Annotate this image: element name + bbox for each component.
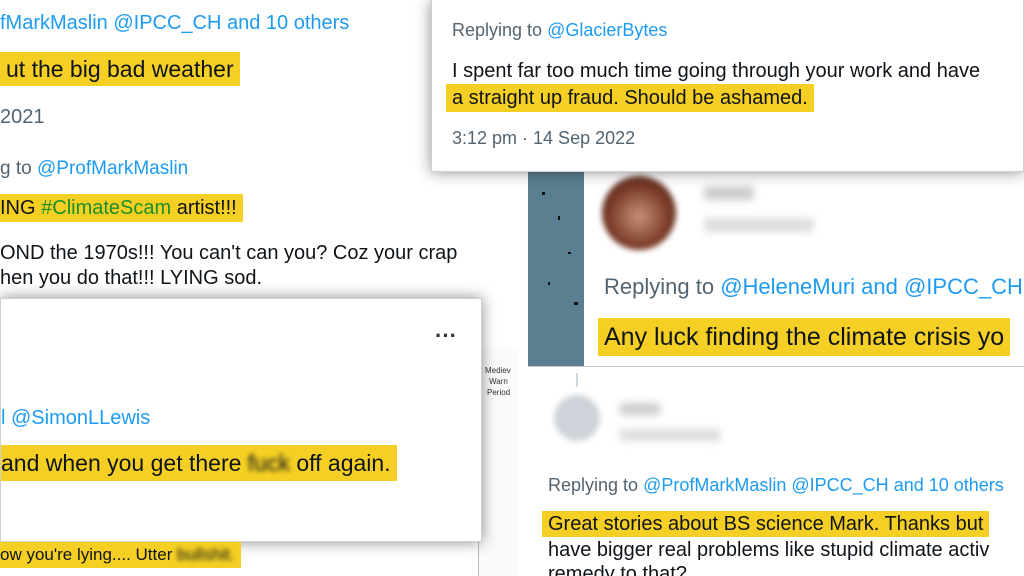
chart-label: Mediev bbox=[485, 366, 511, 375]
handle-blurred bbox=[620, 429, 720, 441]
reply-handle-link[interactable]: l @SimonLLewis bbox=[1, 407, 150, 430]
tweet-date: 2021 bbox=[0, 106, 45, 128]
tweet-card-5: Replying to @HeleneMuri and @IPCC_CH Any… bbox=[528, 172, 1024, 368]
censored-word: fuck bbox=[247, 450, 290, 476]
and-others-link[interactable]: and 10 others bbox=[894, 475, 1004, 495]
tweet-text-footer: ow you're lying.... Utter bullshit. bbox=[0, 542, 241, 568]
tweet-text: ut the big bad weather bbox=[0, 52, 240, 86]
avatar[interactable] bbox=[554, 395, 600, 441]
replying-line: Replying to @GlacierBytes bbox=[452, 20, 668, 40]
display-name-blurred bbox=[620, 403, 660, 415]
tweet-text-line2: OND the 1970s!!! You can't can you? Coz … bbox=[0, 242, 458, 264]
tweet-text-line2: have bigger real problems like stupid cl… bbox=[548, 539, 990, 561]
tweet-text-line3: hen you do that!!! LYING sod. bbox=[0, 267, 263, 289]
thread-line bbox=[576, 373, 578, 387]
reply-handles-link[interactable]: @HeleneMuri and @IPCC_CH bbox=[720, 274, 1023, 299]
tweet-text-line1: I spent far too much time going through … bbox=[452, 60, 981, 82]
reply-handle-link[interactable]: @GlacierBytes bbox=[547, 20, 667, 40]
replying-line: Replying to @ProfMarkMaslin @IPCC_CH and… bbox=[548, 475, 1004, 495]
tweet-timestamp[interactable]: 3:12 pm · 14 Sep 2022 bbox=[452, 128, 635, 149]
chart-label: Warn bbox=[489, 377, 508, 386]
display-name-blurred bbox=[704, 186, 754, 200]
reply-handle-link[interactable]: @ProfMarkMaslin bbox=[37, 158, 188, 179]
tweet-card-1: fMarkMaslin @IPCC_CH and 10 others ut th… bbox=[0, 0, 432, 152]
tweet-card-4: ··· l @SimonLLewis and when you get ther… bbox=[0, 298, 482, 542]
tweet-text-line2: a straight up fraud. Should be ashamed. bbox=[446, 84, 814, 112]
and-others-link[interactable]: and 10 others bbox=[227, 12, 349, 35]
more-options-icon[interactable]: ··· bbox=[435, 323, 457, 349]
chart-label: Period bbox=[487, 388, 511, 397]
tweet-body: Replying to @HeleneMuri and @IPCC_CH Any… bbox=[584, 172, 1024, 368]
tweet-text-line1: Great stories about BS science Mark. Tha… bbox=[542, 511, 990, 537]
censored-word: bullshit. bbox=[177, 545, 235, 564]
tweet-text-line3: remedy to that? bbox=[548, 563, 687, 576]
replying-line: Replying to @HeleneMuri and @IPCC_CH bbox=[604, 274, 1023, 299]
hashtag-link[interactable]: #ClimateScam bbox=[41, 197, 171, 219]
handle-blurred bbox=[704, 218, 814, 232]
tweet-text: and when you get there fuck off again. bbox=[1, 445, 397, 481]
avatar[interactable] bbox=[602, 176, 676, 250]
reply-mentions[interactable]: @ProfMarkMaslin @IPCC_CH bbox=[643, 475, 889, 495]
replying-line: g to @ProfMarkMaslin bbox=[0, 158, 189, 179]
tweet-text-line1: ING #ClimateScam artist!!! bbox=[0, 194, 243, 222]
tweet-text: Any luck finding the climate crisis yo bbox=[598, 318, 1011, 356]
chart-thumbnail: Mediev Warn Period bbox=[478, 348, 519, 576]
dark-speckled-background bbox=[528, 172, 584, 368]
tweet-card-6: Replying to @ProfMarkMaslin @IPCC_CH and… bbox=[528, 366, 1024, 576]
tweet-card-3: Replying to @GlacierBytes I spent far to… bbox=[431, 0, 1024, 172]
reply-mentions[interactable]: fMarkMaslin @IPCC_CH bbox=[0, 12, 221, 35]
